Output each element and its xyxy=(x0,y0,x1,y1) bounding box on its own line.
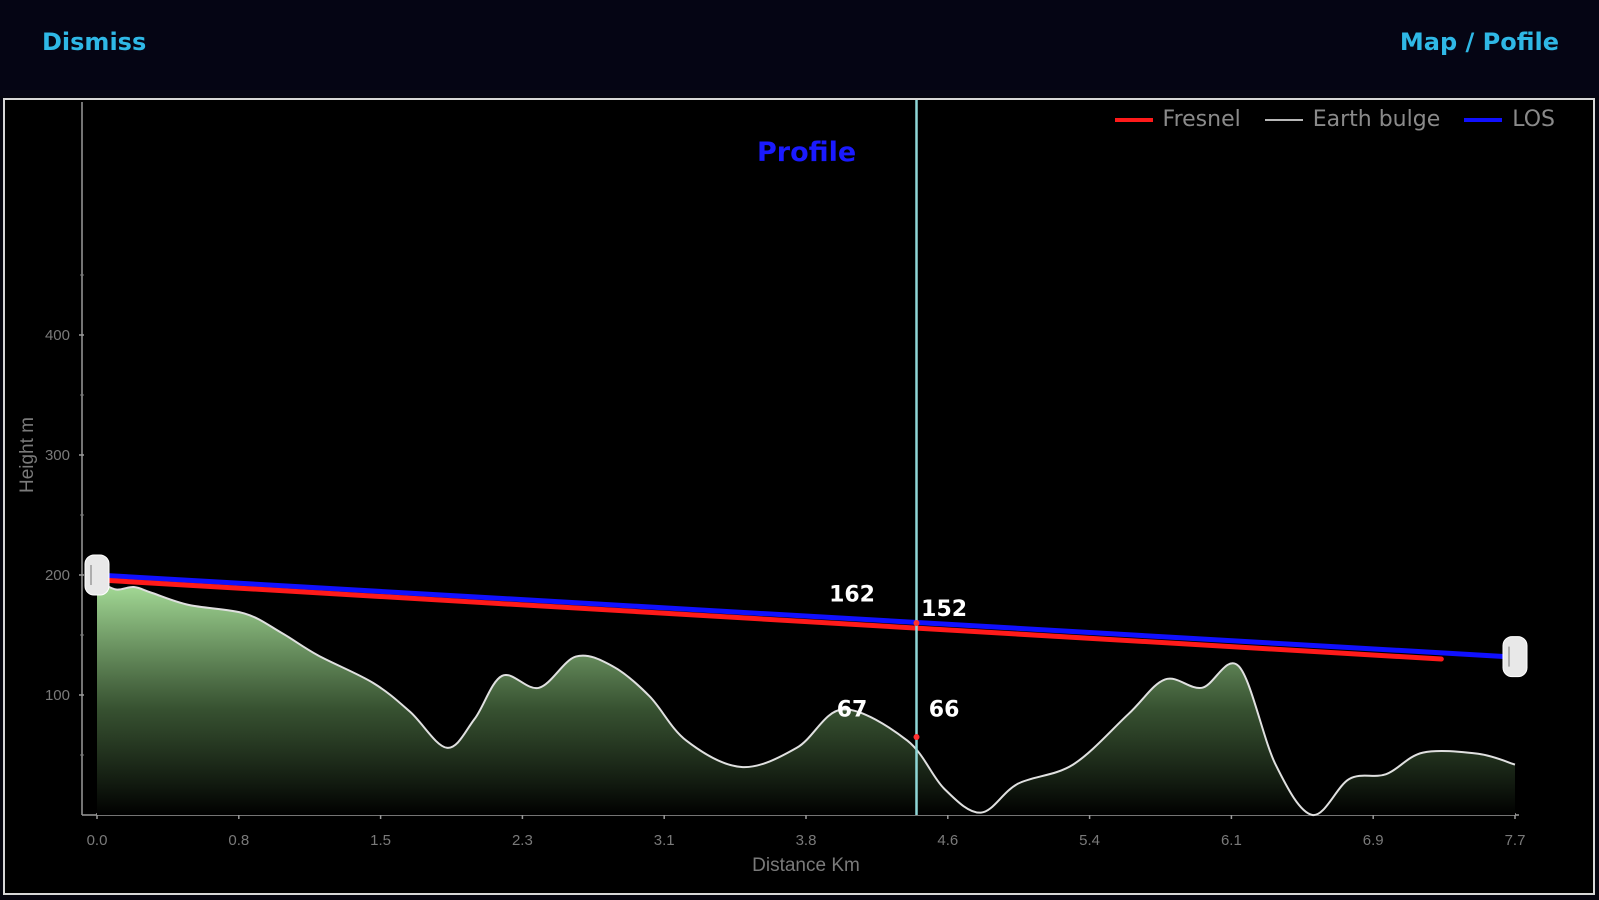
series-line-los xyxy=(94,572,1509,660)
y-tick-label: 200 xyxy=(45,567,70,584)
cursor-point-los xyxy=(913,620,920,626)
data-label: 66 xyxy=(929,698,960,723)
x-tick-label: 1.5 xyxy=(370,832,391,849)
legend-item-earth-bulge: Earth bulge xyxy=(1264,107,1441,132)
x-tick-label: 6.9 xyxy=(1363,832,1384,849)
data-label: 152 xyxy=(921,597,967,622)
antenna-start-icon-body xyxy=(84,554,110,596)
legend-label-los: LOS xyxy=(1512,107,1555,132)
cursor-point-terrain xyxy=(913,734,920,740)
legend: Fresnel Earth bulge LOS xyxy=(1114,107,1555,132)
y-tick-label: 300 xyxy=(45,447,70,464)
x-tick-label: 7.7 xyxy=(1505,832,1526,849)
data-label: 67 xyxy=(837,698,868,723)
x-tick-label: 2.3 xyxy=(512,832,533,849)
x-axis-title: Distance Km xyxy=(752,855,860,876)
top-bar: Dismiss Map / Pofile xyxy=(0,0,1599,96)
x-tick-label: 0.8 xyxy=(228,832,249,849)
antenna-start-icon xyxy=(84,554,110,596)
antenna-end-icon-body xyxy=(1502,636,1528,678)
antenna-end-icon xyxy=(1502,636,1528,678)
profile-chart: 100 200 300 400 0.0 0.8 1.5 2.3 3.1 3.8 4.6 5.4 6.1 6… xyxy=(3,98,1595,895)
x-tick-label: 3.8 xyxy=(796,832,817,849)
dismiss-button[interactable]: Dismiss xyxy=(42,28,146,56)
legend-item-fresnel: Fresnel xyxy=(1114,107,1241,132)
legend-label-fresnel: Fresnel xyxy=(1162,107,1241,132)
y-tick-label: 100 xyxy=(45,687,70,704)
legend-label-earth-bulge: Earth bulge xyxy=(1312,107,1441,132)
x-tick-label: 6.1 xyxy=(1221,832,1242,849)
legend-swatch-fresnel xyxy=(1114,117,1153,122)
x-tick-label: 4.6 xyxy=(937,832,958,849)
y-tick-label: 400 xyxy=(45,327,70,344)
legend-item-los: LOS xyxy=(1464,107,1555,132)
x-tick-label: 5.4 xyxy=(1079,832,1100,849)
legend-swatch-los xyxy=(1464,117,1503,122)
x-tick-label: 3.1 xyxy=(654,832,675,849)
map-profile-button[interactable]: Map / Pofile xyxy=(1400,28,1559,56)
legend-swatch-earth-bulge xyxy=(1264,118,1303,121)
data-label: 162 xyxy=(829,582,875,607)
chart-title: Profile xyxy=(757,137,857,168)
x-tick-label: 0.0 xyxy=(87,832,108,849)
chart-canvas: 100 200 300 400 0.0 0.8 1.5 2.3 3.1 3.8 4.6 5.4 6.1 6… xyxy=(17,100,1528,876)
y-axis-title: Height m xyxy=(17,417,38,493)
